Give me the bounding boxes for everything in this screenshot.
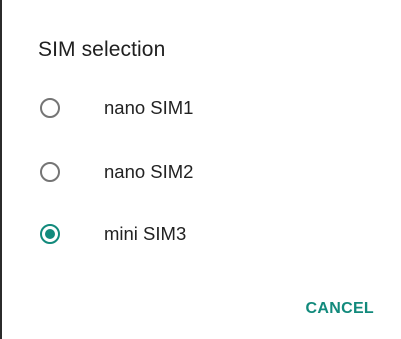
radio-selected-dot [45,229,55,239]
option-label: nano SIM1 [104,97,194,118]
radio-button-checked[interactable] [40,224,60,244]
cancel-button[interactable]: CANCEL [302,293,378,325]
option-label: nano SIM2 [104,161,194,182]
option-nano-sim2[interactable]: nano SIM2 [0,144,401,200]
radio-button-unchecked[interactable] [40,162,60,182]
radio-button-unchecked[interactable] [40,98,60,118]
option-nano-sim1[interactable]: nano SIM1 [0,80,401,136]
option-mini-sim3[interactable]: mini SIM3 [0,206,401,262]
dialog-title: SIM selection [38,38,166,61]
option-label: mini SIM3 [104,223,187,244]
